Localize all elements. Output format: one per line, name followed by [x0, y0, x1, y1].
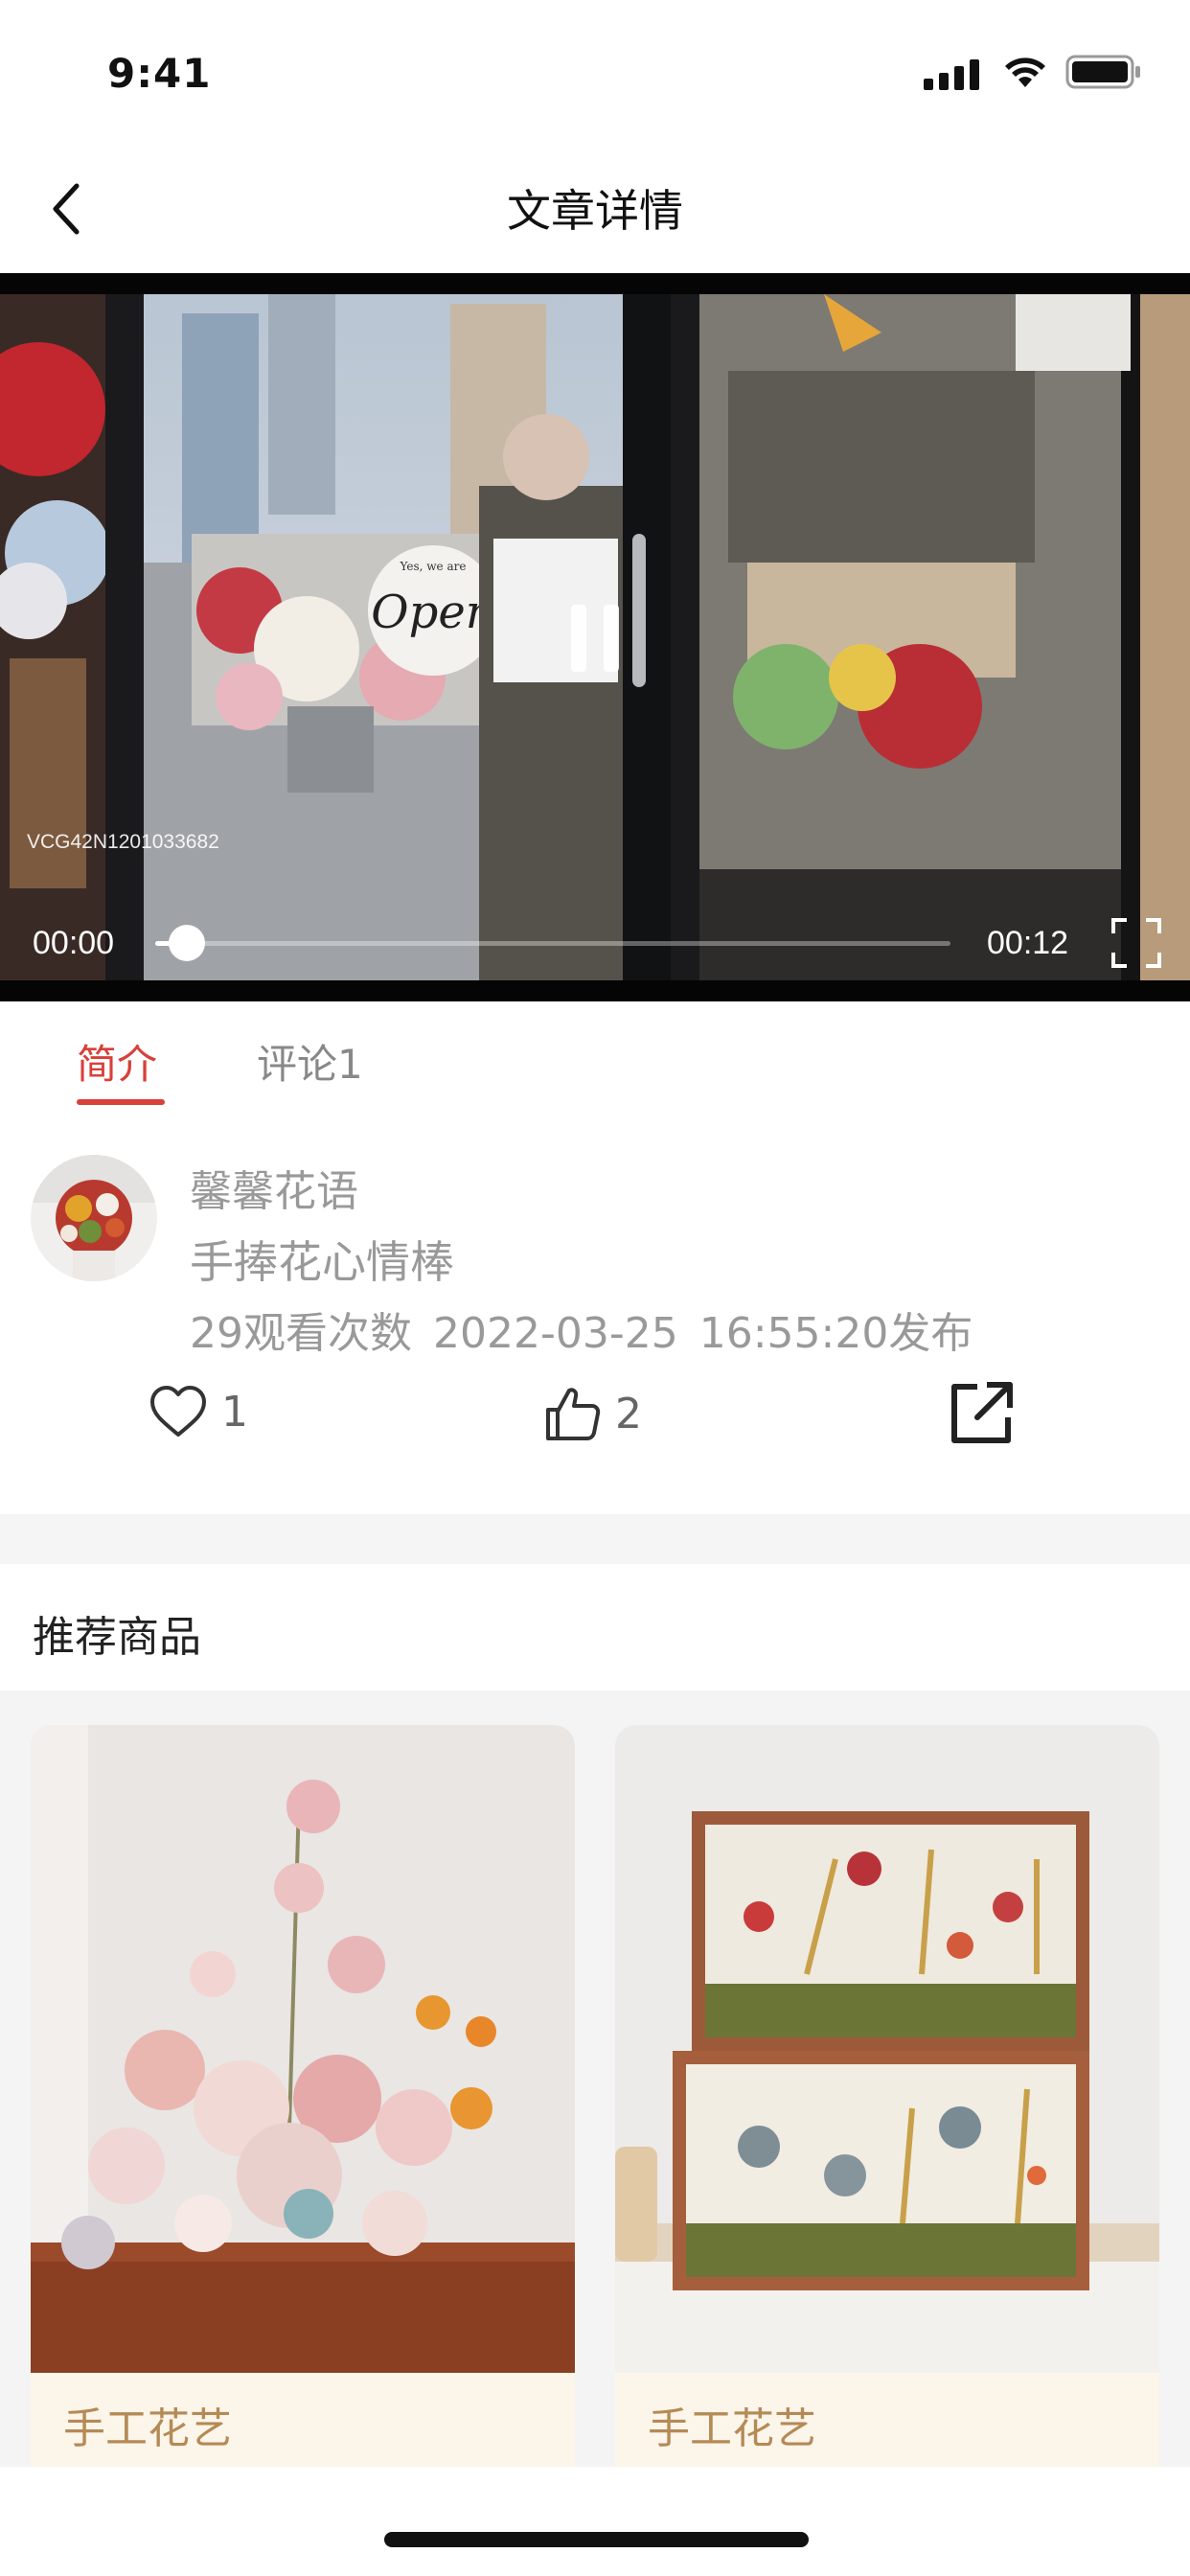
- recommend-header: 推荐商品: [0, 1564, 1190, 1690]
- publish-time: 16:55:20发布: [698, 1309, 973, 1358]
- video-current-time: 00:00: [33, 925, 115, 961]
- video-total-time: 00:12: [987, 925, 1069, 961]
- status-time: 9:41: [107, 50, 212, 97]
- article-meta: 29观看次数 2022-03-25 16:55:20发布: [190, 1299, 994, 1360]
- pause-icon[interactable]: [571, 605, 619, 672]
- video-player[interactable]: Yes, we are Open VCG42N1201033682 00:00: [0, 273, 1190, 1001]
- like-count: 2: [615, 1389, 642, 1438]
- share-button[interactable]: [949, 1381, 1014, 1446]
- status-bar: 9:41: [0, 0, 1190, 144]
- tab-intro[interactable]: 简介: [77, 1032, 157, 1091]
- video-watermark: VCG42N1201033682: [27, 831, 219, 853]
- product-image: [615, 1725, 1159, 2373]
- tab-comments[interactable]: 评论1: [257, 1032, 363, 1091]
- home-indicator[interactable]: [384, 2532, 809, 2547]
- product-label: 手工花艺: [31, 2373, 575, 2478]
- product-image: [31, 1725, 575, 2373]
- sign-text: Open: [371, 586, 494, 639]
- battery-icon: [1065, 54, 1142, 94]
- status-icons: [924, 54, 1142, 94]
- publish-date: 2022-03-25: [433, 1309, 678, 1358]
- tab-bar: 简介 评论1: [0, 1001, 1190, 1107]
- product-label: 手工花艺: [615, 2373, 1159, 2478]
- active-tab-indicator: [77, 1099, 165, 1105]
- video-progress-thumb[interactable]: [169, 925, 206, 961]
- wifi-icon: [1002, 55, 1048, 93]
- section-divider: [0, 1514, 1190, 1564]
- view-count: 29观看次数: [190, 1309, 412, 1358]
- product-card[interactable]: 手工花艺: [615, 1725, 1159, 2478]
- article-info: 馨馨花语 手捧花心情棒 29观看次数 2022-03-25 16:55:20发布 1…: [0, 1107, 1190, 1514]
- share-icon: [951, 1382, 1013, 1443]
- author-name[interactable]: 馨馨花语: [190, 1157, 358, 1218]
- favorite-button[interactable]: 1: [149, 1385, 248, 1438]
- signal-icon: [924, 58, 985, 90]
- thumbs-up-icon: [546, 1388, 601, 1440]
- fullscreen-icon: [1111, 918, 1161, 968]
- home-bar-area: [0, 2467, 1190, 2576]
- product-card[interactable]: 手工花艺: [31, 1725, 575, 2478]
- fullscreen-button[interactable]: [1111, 918, 1161, 972]
- page-title: 文章详情: [507, 185, 683, 237]
- recommend-list: 手工花艺 手工花艺: [0, 1690, 1190, 2576]
- favorite-count: 1: [221, 1387, 248, 1437]
- sign-small-text: Yes, we are: [400, 560, 467, 573]
- author-avatar[interactable]: [31, 1155, 157, 1281]
- like-button[interactable]: 2: [544, 1385, 642, 1442]
- nav-bar: 文章详情: [0, 144, 1190, 273]
- article-title: 手捧花心情棒: [190, 1236, 454, 1288]
- video-progress-bar[interactable]: [155, 925, 950, 961]
- recommend-title: 推荐商品: [33, 1613, 201, 1662]
- heart-icon: [150, 1386, 206, 1437]
